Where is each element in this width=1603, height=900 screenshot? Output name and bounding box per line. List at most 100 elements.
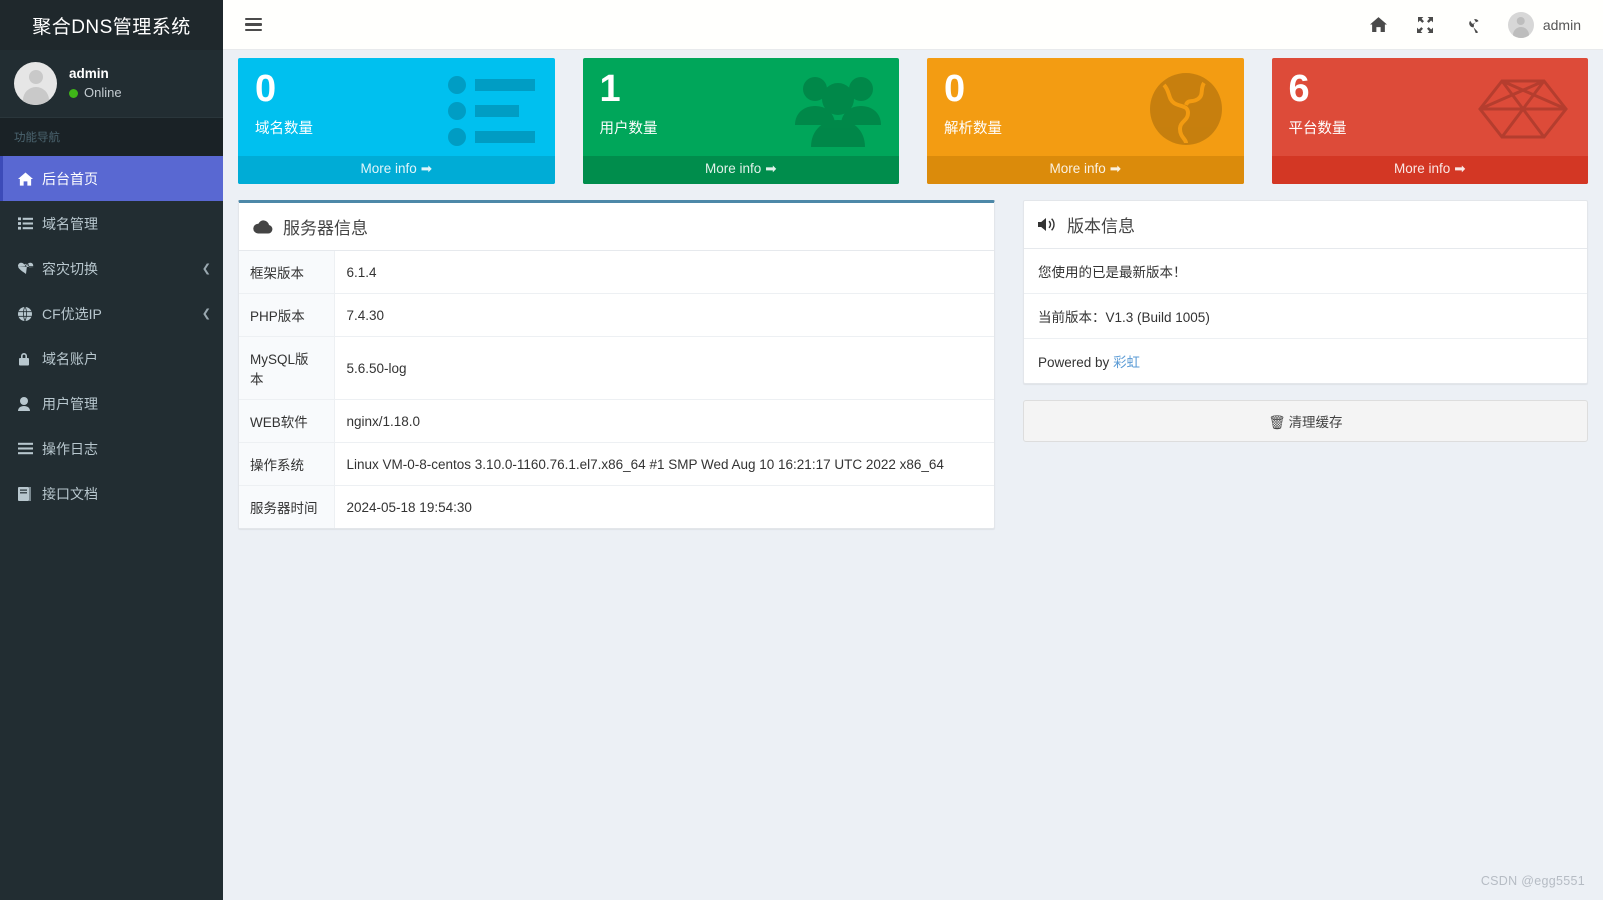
server-info-title: 服务器信息 — [283, 214, 368, 239]
more-info-link[interactable]: More info ➡ — [583, 156, 900, 184]
sidebar-item-label: 容灾切换 — [42, 259, 202, 279]
table-row: WEB软件 nginx/1.18.0 — [239, 400, 994, 443]
arrow-circle-right-icon: ➡ — [765, 161, 776, 177]
panels-row: 服务器信息 框架版本 6.1.4 PHP版本 7.4.30 — [238, 200, 1588, 529]
lock-icon — [18, 352, 42, 366]
left-column: 服务器信息 框架版本 6.1.4 PHP版本 7.4.30 — [238, 200, 995, 529]
online-dot-icon — [69, 89, 78, 98]
avatar — [14, 62, 57, 105]
row-key: WEB软件 — [239, 400, 334, 443]
row-key: 服务器时间 — [239, 486, 334, 529]
top-header: admin — [223, 0, 1603, 50]
sidebar-item-label: 接口文档 — [42, 484, 211, 504]
sidebar-user-status: Online — [69, 84, 122, 103]
arrow-circle-right-icon: ➡ — [1110, 161, 1121, 177]
more-info-label: More info — [1394, 161, 1450, 176]
sidebar-item-label: 域名账户 — [42, 349, 211, 369]
user-icon — [18, 397, 42, 411]
row-key: PHP版本 — [239, 294, 334, 337]
latest-version-status: 您使用的已是最新版本！ — [1024, 249, 1587, 294]
sitemap-hexagon-icon — [1478, 71, 1574, 147]
sidebar-nav: 后台首页 域名管理 容灾切换 ❮ CF优选IP ❮ — [0, 156, 223, 516]
nav-header: 功能导航 — [0, 118, 223, 156]
wrench-icon[interactable] — [1448, 0, 1494, 50]
sidebar-item-domain-accounts[interactable]: 域名账户 — [0, 336, 223, 381]
sidebar-item-failover[interactable]: 容灾切换 ❮ — [0, 246, 223, 291]
sidebar-item-label: 用户管理 — [42, 394, 211, 414]
sidebar-item-domain-management[interactable]: 域名管理 — [0, 201, 223, 246]
list-ul-icon — [445, 71, 541, 147]
chevron-left-icon: ❮ — [202, 307, 211, 320]
trash-icon: 🗑 — [1268, 415, 1285, 430]
app-root: 聚合DNS管理系统 admin Online 功能导航 后台首页 — [0, 0, 1603, 900]
fullscreen-icon[interactable] — [1402, 0, 1448, 50]
more-info-label: More info — [705, 161, 761, 176]
sidebar-item-label: 操作日志 — [42, 439, 211, 459]
list-lines-icon — [18, 442, 42, 455]
stat-boxes: 0 域名数量 More info➡ 1 用户数量 — [238, 58, 1588, 184]
brand-title[interactable]: 聚合DNS管理系统 — [0, 0, 223, 50]
row-value: 6.1.4 — [334, 251, 994, 294]
sidebar-item-dashboard[interactable]: 后台首页 — [0, 156, 223, 201]
sidebar-item-operation-log[interactable]: 操作日志 — [0, 426, 223, 471]
stat-box-platforms: 6 平台数量 More info➡ — [1272, 58, 1589, 184]
stat-box-records: 0 解析数量 More info➡ — [927, 58, 1244, 184]
book-icon — [18, 487, 42, 501]
more-info-link[interactable]: More info ➡ — [1272, 156, 1589, 184]
cloud-icon — [253, 220, 273, 234]
user-menu[interactable]: admin — [1494, 12, 1585, 38]
watermark: CSDN @egg5551 — [1481, 874, 1585, 888]
powered-by-link[interactable]: 彩虹 — [1113, 355, 1140, 370]
row-value: nginx/1.18.0 — [334, 400, 994, 443]
table-row: 服务器时间 2024-05-18 19:54:30 — [239, 486, 994, 529]
volume-icon — [1038, 217, 1057, 232]
globe-icon — [1134, 71, 1230, 147]
sidebar-user-name: admin — [69, 64, 122, 84]
users-icon — [789, 71, 885, 147]
main-content: 0 域名数量 More info➡ 1 用户数量 — [223, 50, 1603, 900]
server-info-header: 服务器信息 — [239, 203, 994, 251]
more-info-label: More info — [1049, 161, 1105, 176]
version-info-header: 版本信息 — [1024, 201, 1587, 249]
sidebar-item-cf-best-ip[interactable]: CF优选IP ❮ — [0, 291, 223, 336]
clear-cache-button[interactable]: 🗑清理缓存 — [1023, 400, 1588, 442]
sidebar-item-label: 后台首页 — [42, 169, 211, 189]
globe-icon — [18, 307, 42, 321]
row-key: MySQL版本 — [239, 337, 334, 400]
table-row: PHP版本 7.4.30 — [239, 294, 994, 337]
version-info-list: 您使用的已是最新版本！ 当前版本：V1.3 (Build 1005) Power… — [1024, 249, 1587, 383]
sidebar-item-api-docs[interactable]: 接口文档 — [0, 471, 223, 516]
list-icon — [18, 217, 42, 230]
more-info-link[interactable]: More info ➡ — [927, 156, 1244, 184]
server-info-table: 框架版本 6.1.4 PHP版本 7.4.30 MySQL版本 5.6.50-l… — [239, 251, 994, 528]
home-icon[interactable] — [1356, 0, 1402, 50]
right-column: 版本信息 您使用的已是最新版本！ 当前版本：V1.3 (Build 1005) … — [1023, 200, 1588, 442]
sidebar-user-panel: admin Online — [0, 50, 223, 118]
more-info-label: More info — [360, 161, 416, 176]
sidebar-item-user-management[interactable]: 用户管理 — [0, 381, 223, 426]
version-info-title: 版本信息 — [1067, 212, 1135, 237]
row-value: Linux VM-0-8-centos 3.10.0-1160.76.1.el7… — [334, 443, 994, 486]
table-row: 操作系统 Linux VM-0-8-centos 3.10.0-1160.76.… — [239, 443, 994, 486]
row-key: 操作系统 — [239, 443, 334, 486]
more-info-link[interactable]: More info ➡ — [238, 156, 555, 184]
powered-by-label: Powered by — [1038, 355, 1109, 370]
server-info-panel: 服务器信息 框架版本 6.1.4 PHP版本 7.4.30 — [238, 200, 995, 529]
stat-box-users: 1 用户数量 More info➡ — [583, 58, 900, 184]
sidebar: 聚合DNS管理系统 admin Online 功能导航 后台首页 — [0, 0, 223, 900]
header-username: admin — [1543, 17, 1581, 33]
chevron-left-icon: ❮ — [202, 262, 211, 275]
sidebar-item-label: CF优选IP — [42, 304, 202, 324]
row-value: 2024-05-18 19:54:30 — [334, 486, 994, 529]
arrow-circle-right-icon: ➡ — [1454, 161, 1465, 177]
home-icon — [18, 172, 42, 186]
version-info-panel: 版本信息 您使用的已是最新版本！ 当前版本：V1.3 (Build 1005) … — [1023, 200, 1588, 384]
row-value: 7.4.30 — [334, 294, 994, 337]
table-row: 框架版本 6.1.4 — [239, 251, 994, 294]
sidebar-user-status-label: Online — [84, 84, 122, 103]
arrow-circle-right-icon: ➡ — [421, 161, 432, 177]
powered-by-row: Powered by 彩虹 — [1024, 339, 1587, 383]
stat-box-domains: 0 域名数量 More info➡ — [238, 58, 555, 184]
hamburger-icon[interactable] — [231, 0, 276, 50]
row-value: 5.6.50-log — [334, 337, 994, 400]
